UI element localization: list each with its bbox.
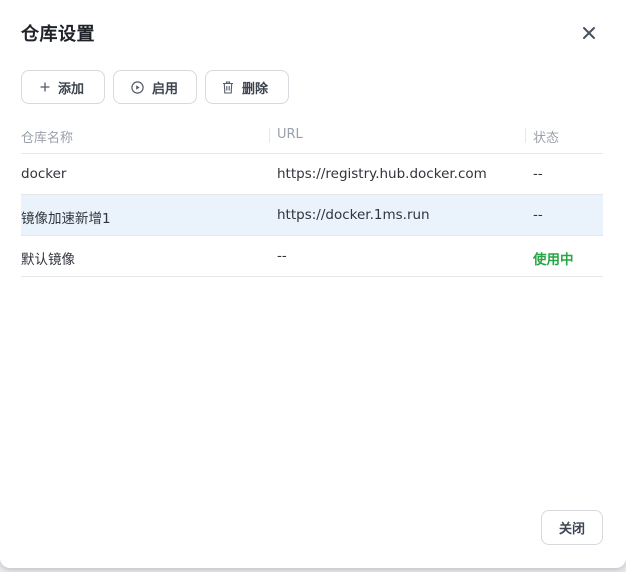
close-icon[interactable] <box>578 22 600 44</box>
column-header-status: 状态 <box>533 131 560 146</box>
dialog-title: 仓库设置 <box>21 24 95 45</box>
toolbar: 添加 启用 删除 <box>21 70 289 104</box>
repo-status: -- <box>533 207 543 223</box>
play-circle-icon <box>131 80 144 94</box>
repo-status-active: 使用中 <box>533 252 574 268</box>
table-row[interactable]: 默认镜像 -- 使用中 <box>21 236 603 277</box>
repository-settings-dialog: 仓库设置 添加 启用 删除 仓库名称 URL 状态 docker https:/… <box>0 0 626 568</box>
column-divider[interactable] <box>525 128 526 143</box>
close-button[interactable]: 关闭 <box>541 510 603 545</box>
delete-button-label: 删除 <box>242 81 269 97</box>
table-header: 仓库名称 URL 状态 <box>21 118 603 154</box>
enable-button-label: 启用 <box>152 81 179 97</box>
column-header-name: 仓库名称 <box>21 131 74 146</box>
repo-url: https://docker.1ms.run <box>277 207 430 223</box>
delete-button[interactable]: 删除 <box>205 70 289 104</box>
plus-icon <box>40 82 50 92</box>
repository-table: 仓库名称 URL 状态 docker https://registry.hub.… <box>21 118 603 277</box>
trash-icon <box>222 80 234 94</box>
enable-button[interactable]: 启用 <box>113 70 197 104</box>
repo-url: -- <box>277 248 287 264</box>
repo-status: -- <box>533 166 543 182</box>
table-row[interactable]: docker https://registry.hub.docker.com -… <box>21 154 603 195</box>
repo-name: 默认镜像 <box>21 252 75 268</box>
add-button[interactable]: 添加 <box>21 70 105 104</box>
add-button-label: 添加 <box>58 81 85 97</box>
column-header-url: URL <box>277 127 303 142</box>
repo-name: 镜像加速新增1 <box>21 211 111 227</box>
repo-name: docker <box>21 166 67 182</box>
repo-url: https://registry.hub.docker.com <box>277 166 487 182</box>
table-row[interactable]: 镜像加速新增1 https://docker.1ms.run -- <box>21 195 603 236</box>
column-divider[interactable] <box>269 128 270 143</box>
